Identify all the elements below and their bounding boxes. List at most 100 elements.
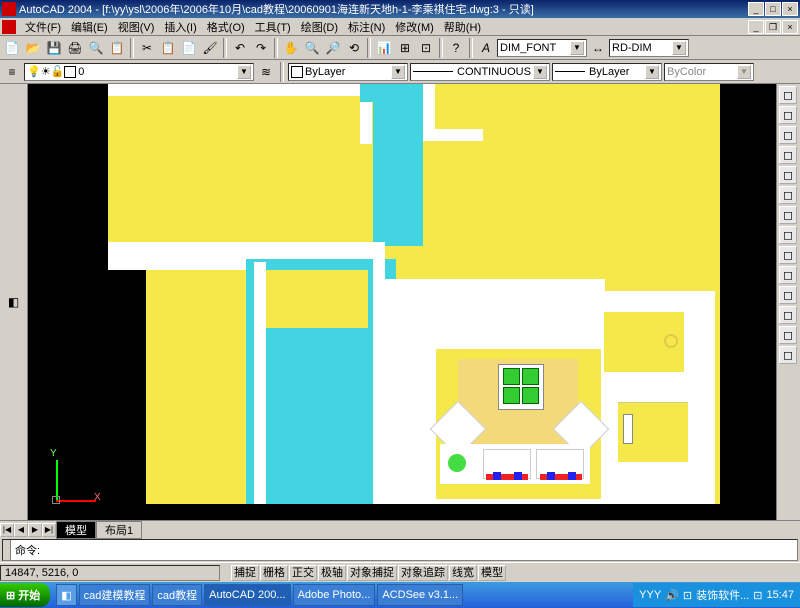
dropdown-icon[interactable]: ▼ <box>391 65 405 79</box>
task-item[interactable]: cad教程 <box>152 584 202 606</box>
copy-icon[interactable]: 📋 <box>158 38 178 58</box>
publish-icon[interactable]: 📋 <box>107 38 127 58</box>
tray-extra[interactable]: 装饰软件... <box>696 587 749 603</box>
snap-button[interactable]: 捕捉 <box>231 565 259 581</box>
drawing-canvas[interactable]: X Y <box>28 84 776 520</box>
tool-icon[interactable]: ◻ <box>779 126 797 144</box>
lineweight-combo[interactable]: ByLayer ▼ <box>552 63 662 81</box>
menu-tools[interactable]: 工具(T) <box>250 19 296 35</box>
task-item-active[interactable]: AutoCAD 200... <box>204 584 290 606</box>
menu-file[interactable]: 文件(F) <box>20 19 66 35</box>
mdi-minimize-button[interactable]: _ <box>748 20 764 34</box>
undo-icon[interactable]: ↶ <box>230 38 250 58</box>
wall <box>373 242 385 504</box>
linetype-combo[interactable]: CONTINUOUS ▼ <box>410 63 550 81</box>
zoom-win-icon[interactable]: 🔎 <box>323 38 343 58</box>
command-line[interactable]: 命令: <box>2 539 798 561</box>
save-icon[interactable]: 💾 <box>44 38 64 58</box>
nav-icon[interactable]: ◧ <box>4 292 24 312</box>
start-button[interactable]: ⊞ 开始 <box>0 583 50 607</box>
tool-icon[interactable]: ◻ <box>779 306 797 324</box>
menu-help[interactable]: 帮助(H) <box>439 19 486 35</box>
preview-icon[interactable]: 🔍 <box>86 38 106 58</box>
mdi-restore-button[interactable]: ❐ <box>765 20 781 34</box>
plot-icon[interactable]: 🖨 <box>65 38 85 58</box>
color-combo[interactable]: ByLayer ▼ <box>288 63 408 81</box>
tool-icon[interactable]: ◻ <box>779 206 797 224</box>
task-item[interactable]: ACDSee v3.1... <box>377 584 463 606</box>
room <box>146 270 246 504</box>
tool-icon[interactable]: ◻ <box>779 146 797 164</box>
tool-icon[interactable]: ◻ <box>779 326 797 344</box>
separator <box>223 38 227 58</box>
dropdown-icon: ▼ <box>737 65 751 79</box>
layer-combo[interactable]: 💡 ☀ 🔓 0 ▼ <box>24 63 254 81</box>
ortho-button[interactable]: 正交 <box>289 565 317 581</box>
polar-button[interactable]: 极轴 <box>318 565 346 581</box>
pan-icon[interactable]: ✋ <box>281 38 301 58</box>
tool-icon[interactable]: ◻ <box>779 166 797 184</box>
tp-icon[interactable]: ⊡ <box>416 38 436 58</box>
coordinates[interactable]: 14847, 5216, 0 <box>0 565 220 581</box>
system-tray[interactable]: YYY 🔊 ⊡ 装饰软件... ⊡ 15:47 <box>633 583 800 607</box>
grip-icon[interactable] <box>3 540 11 560</box>
dimstyle-combo[interactable]: RD-DIM ▼ <box>609 39 689 57</box>
room <box>258 270 368 328</box>
tool-icon[interactable]: ◻ <box>779 346 797 364</box>
menu-edit[interactable]: 编辑(E) <box>66 19 113 35</box>
lwt-button[interactable]: 线宽 <box>449 565 477 581</box>
task-item[interactable]: cad建模教程 <box>79 584 151 606</box>
dropdown-icon[interactable]: ▼ <box>533 65 547 79</box>
open-icon[interactable]: 📂 <box>23 38 43 58</box>
osnap-button[interactable]: 对象捕捉 <box>347 565 397 581</box>
dropdown-icon[interactable]: ▼ <box>645 65 659 79</box>
menu-view[interactable]: 视图(V) <box>113 19 160 35</box>
paste-icon[interactable]: 📄 <box>179 38 199 58</box>
tab-last-button[interactable]: ▶| <box>42 523 56 537</box>
dc-icon[interactable]: ⊞ <box>395 38 415 58</box>
tab-next-button[interactable]: ▶ <box>28 523 42 537</box>
grid-button[interactable]: 栅格 <box>260 565 288 581</box>
tab-model[interactable]: 模型 <box>56 521 96 539</box>
cut-icon[interactable]: ✂ <box>137 38 157 58</box>
tool-icon[interactable]: ◻ <box>779 286 797 304</box>
tool-icon[interactable]: ◻ <box>779 86 797 104</box>
tool-icon[interactable]: ◻ <box>779 226 797 244</box>
tool-icon[interactable]: ◻ <box>779 186 797 204</box>
layer-mgr-icon[interactable]: ≡ <box>2 62 22 82</box>
redo-icon[interactable]: ↷ <box>251 38 271 58</box>
new-icon[interactable]: 📄 <box>2 38 22 58</box>
zoom-rt-icon[interactable]: 🔍 <box>302 38 322 58</box>
dimstyle-icon[interactable]: ↔ <box>588 38 608 58</box>
tool-icon[interactable]: ◻ <box>779 246 797 264</box>
menu-dimension[interactable]: 标注(N) <box>343 19 390 35</box>
minimize-button[interactable]: _ <box>748 2 764 16</box>
clock[interactable]: 15:47 <box>766 589 794 601</box>
task-item[interactable]: Adobe Photo... <box>293 584 376 606</box>
tab-prev-button[interactable]: ◀ <box>14 523 28 537</box>
tab-first-button[interactable]: |◀ <box>0 523 14 537</box>
model-button[interactable]: 模型 <box>478 565 506 581</box>
menu-draw[interactable]: 绘图(D) <box>296 19 343 35</box>
tab-layout1[interactable]: 布局1 <box>96 521 142 539</box>
help-icon[interactable]: ? <box>446 38 466 58</box>
ql-icon[interactable]: ◧ <box>56 584 76 606</box>
menu-format[interactable]: 格式(O) <box>202 19 250 35</box>
mdi-close-button[interactable]: × <box>782 20 798 34</box>
layer-prev-icon[interactable]: ≋ <box>256 62 276 82</box>
tool-icon[interactable]: ◻ <box>779 106 797 124</box>
dropdown-icon[interactable]: ▼ <box>237 65 251 79</box>
menu-insert[interactable]: 插入(I) <box>159 19 201 35</box>
match-icon[interactable]: 🖌 <box>200 38 220 58</box>
dropdown-icon[interactable]: ▼ <box>672 41 686 55</box>
textstyle-combo[interactable]: DIM_FONT ▼ <box>497 39 587 57</box>
tool-icon[interactable]: ◻ <box>779 266 797 284</box>
properties-icon[interactable]: 📊 <box>374 38 394 58</box>
maximize-button[interactable]: □ <box>765 2 781 16</box>
close-button[interactable]: × <box>782 2 798 16</box>
zoom-prev-icon[interactable]: ⟲ <box>344 38 364 58</box>
otrack-button[interactable]: 对象追踪 <box>398 565 448 581</box>
dropdown-icon[interactable]: ▼ <box>570 41 584 55</box>
menu-modify[interactable]: 修改(M) <box>390 19 439 35</box>
textstyle-icon[interactable]: A <box>476 38 496 58</box>
